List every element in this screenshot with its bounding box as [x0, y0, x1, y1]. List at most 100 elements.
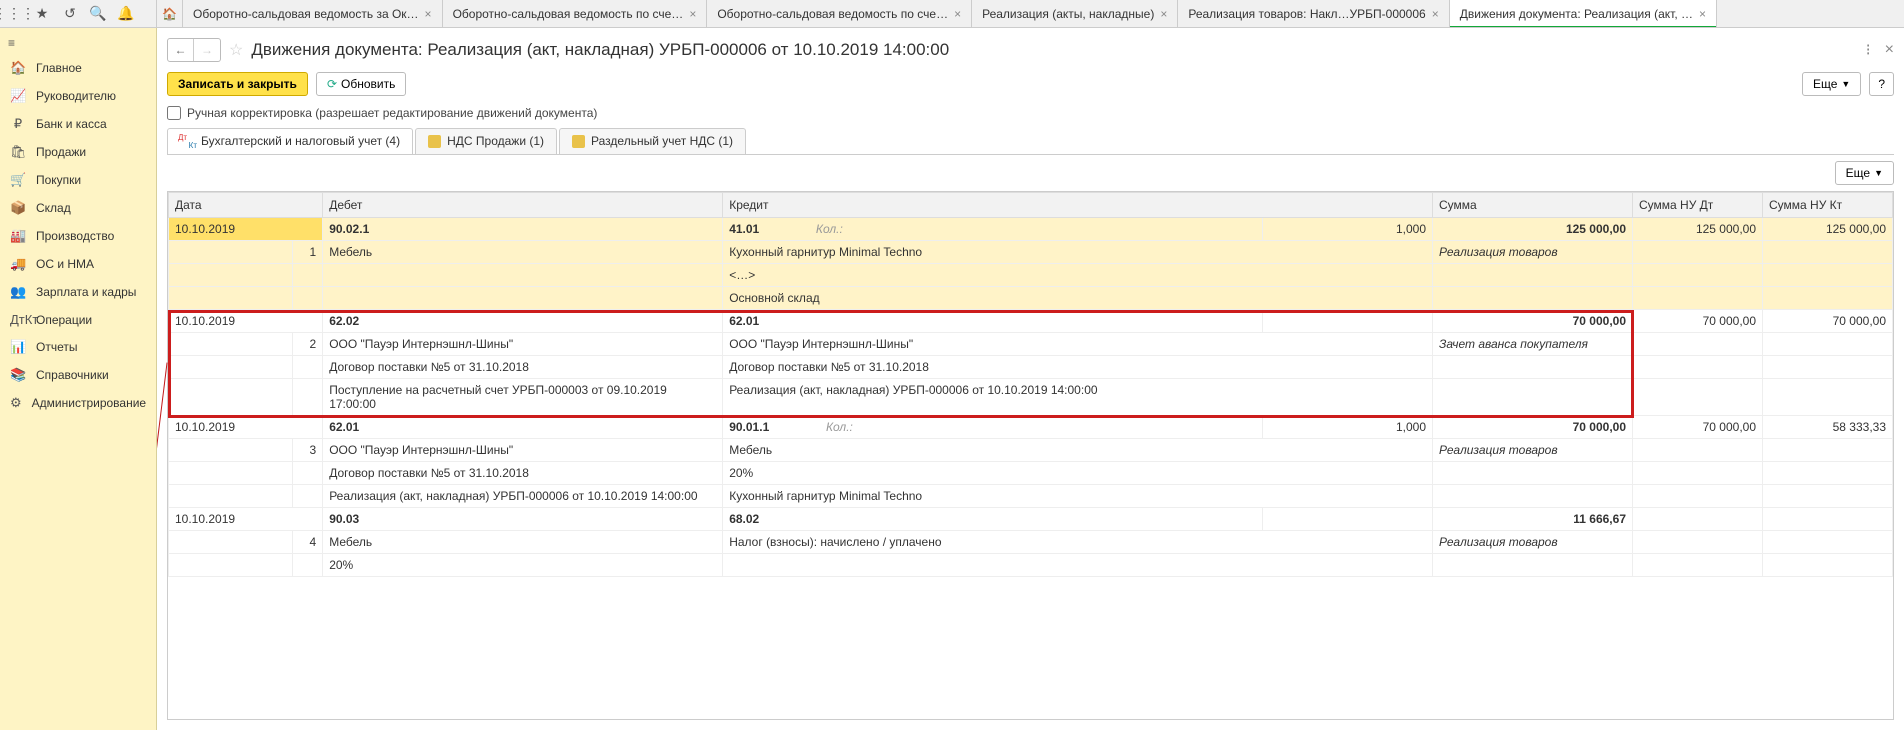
bell-icon[interactable]: 🔔	[118, 6, 134, 22]
sidebar-item[interactable]: 🛒Покупки	[0, 166, 156, 194]
nav-back[interactable]: ←	[168, 39, 194, 61]
row-detail[interactable]: 4МебельНалог (взносы): начислено / уплач…	[169, 531, 1893, 554]
nav-forward[interactable]: →	[194, 39, 220, 61]
row-header[interactable]: 10.10.201962.0190.01.1 Кол.:1,00070 000,…	[169, 416, 1893, 439]
row-header[interactable]: 10.10.201990.02.141.01 Кол.:1,000125 000…	[169, 218, 1893, 241]
cell-idx	[293, 379, 323, 416]
tab-close-icon[interactable]: ×	[1160, 7, 1167, 21]
cell-cr-acc: 41.01 Кол.:	[723, 218, 1263, 241]
sidebar-label: Администрирование	[32, 396, 146, 410]
history-icon[interactable]: ↺	[62, 6, 78, 22]
subtab[interactable]: Бухгалтерский и налоговый учет (4)	[167, 128, 413, 154]
row-detail[interactable]: Договор поставки №5 от 31.10.201820%	[169, 462, 1893, 485]
sidebar-item[interactable]: ⚙Администрирование	[0, 389, 156, 417]
star-icon[interactable]: ★	[34, 6, 50, 22]
more-button[interactable]: Еще▼	[1802, 72, 1861, 96]
row-detail[interactable]: 1МебельКухонный гарнитур Minimal TechnoР…	[169, 241, 1893, 264]
cell-comment: Реализация товаров	[1433, 531, 1633, 554]
sidebar-item[interactable]: 🏠Главное	[0, 54, 156, 82]
row-detail[interactable]: 20%	[169, 554, 1893, 577]
cell-qty	[1263, 508, 1433, 531]
home-icon: 🏠	[162, 7, 177, 21]
tab-label: Оборотно-сальдовая ведомость по сче…	[717, 7, 948, 21]
row-detail[interactable]: Договор поставки №5 от 31.10.2018Договор…	[169, 356, 1893, 379]
tab-home[interactable]: 🏠	[157, 0, 183, 27]
row-detail[interactable]: 2ООО "Пауэр Интернэшнл-Шины"ООО "Пауэр И…	[169, 333, 1893, 356]
save-close-button[interactable]: Записать и закрыть	[167, 72, 308, 96]
tab[interactable]: Движения документа: Реализация (акт, …×	[1450, 0, 1717, 27]
sidebar-icon: 📊	[10, 339, 26, 355]
row-detail[interactable]: Реализация (акт, накладная) УРБП-000006 …	[169, 485, 1893, 508]
grid-more-button[interactable]: Еще▼	[1835, 161, 1894, 185]
cell-empty	[1633, 356, 1763, 379]
cell-comment	[1433, 356, 1633, 379]
tab-close-icon[interactable]: ×	[1432, 7, 1439, 21]
tab[interactable]: Оборотно-сальдовая ведомость за Ок…×	[183, 0, 443, 27]
refresh-button[interactable]: ⟳Обновить	[316, 72, 406, 96]
col-nu-kt[interactable]: Сумма НУ Кт	[1763, 193, 1893, 218]
close-icon[interactable]: ×	[1885, 41, 1894, 59]
cell-dr-line: 20%	[323, 554, 723, 577]
cell-dr-line: Договор поставки №5 от 31.10.2018	[323, 462, 723, 485]
tab[interactable]: Оборотно-сальдовая ведомость по сче…×	[443, 0, 708, 27]
cell-empty	[1633, 462, 1763, 485]
help-button[interactable]: ?	[1869, 72, 1894, 96]
col-debit[interactable]: Дебет	[323, 193, 723, 218]
sidebar-item[interactable]: 👥Зарплата и кадры	[0, 278, 156, 306]
manual-correction-checkbox[interactable]	[167, 106, 181, 120]
tab-close-icon[interactable]: ×	[954, 7, 961, 21]
tab[interactable]: Оборотно-сальдовая ведомость по сче… ×	[707, 0, 972, 27]
tab[interactable]: Реализация (акты, накладные)×	[972, 0, 1178, 27]
col-date[interactable]: Дата	[169, 193, 323, 218]
row-detail[interactable]: Поступление на расчетный счет УРБП-00000…	[169, 379, 1893, 416]
cell-cr-acc: 68.02	[723, 508, 1263, 531]
search-icon[interactable]: 🔍	[90, 6, 106, 22]
row-detail[interactable]: 3ООО "Пауэр Интернэшнл-Шины"МебельРеализ…	[169, 439, 1893, 462]
apps-icon[interactable]: ⋮⋮⋮	[6, 6, 22, 22]
row-header[interactable]: 10.10.201962.0262.0170 000,0070 000,0070…	[169, 310, 1893, 333]
sidebar-item[interactable]: 📊Отчеты	[0, 333, 156, 361]
tab[interactable]: Реализация товаров: Накл…УРБП-000006×	[1178, 0, 1449, 27]
cell-comment	[1433, 462, 1633, 485]
cell-comment: Реализация товаров	[1433, 241, 1633, 264]
cell-empty	[169, 485, 293, 508]
cell-comment	[1433, 485, 1633, 508]
topbar: ⋮⋮⋮ ★ ↺ 🔍 🔔 🏠 Оборотно-сальдовая ведомос…	[0, 0, 1904, 28]
sidebar-item[interactable]: 🛍Продажи	[0, 138, 156, 166]
tab-close-icon[interactable]: ×	[1699, 7, 1706, 21]
subtab[interactable]: НДС Продажи (1)	[415, 128, 557, 154]
cell-empty	[169, 264, 293, 287]
cell-empty	[169, 439, 293, 462]
sidebar-item[interactable]: ДтКтОперации	[0, 306, 156, 333]
col-sum[interactable]: Сумма	[1433, 193, 1633, 218]
sidebar-item[interactable]: 🚚ОС и НМА	[0, 250, 156, 278]
favorite-star-icon[interactable]: ☆	[229, 40, 243, 60]
cell-cr-line: <…>	[723, 264, 1433, 287]
sidebar-label: Покупки	[36, 173, 81, 187]
col-nu-dt[interactable]: Сумма НУ Дт	[1633, 193, 1763, 218]
row-detail[interactable]: <…>	[169, 264, 1893, 287]
sidebar-item[interactable]: 📚Справочники	[0, 361, 156, 389]
sidebar-item[interactable]: 🏭Производство	[0, 222, 156, 250]
sidebar-item[interactable]: 📦Склад	[0, 194, 156, 222]
tab-close-icon[interactable]: ×	[689, 7, 696, 21]
more-icon[interactable]: ⁝	[1866, 40, 1871, 60]
cell-idx	[293, 554, 323, 577]
cell-nu-dt: 125 000,00	[1633, 218, 1763, 241]
cell-empty	[1633, 241, 1763, 264]
cell-dr-acc: 62.02	[323, 310, 723, 333]
cell-nu-dt: 70 000,00	[1633, 416, 1763, 439]
cell-dr-line: Мебель	[323, 531, 723, 554]
row-header[interactable]: 10.10.201990.0368.0211 666,67	[169, 508, 1893, 531]
sidebar-icon: 🚚	[10, 256, 26, 272]
cell-dr-line: Договор поставки №5 от 31.10.2018	[323, 356, 723, 379]
row-detail[interactable]: Основной склад	[169, 287, 1893, 310]
menu-toggle[interactable]: ≡	[0, 32, 156, 54]
sidebar-item[interactable]: 📈Руководителю	[0, 82, 156, 110]
cell-cr-line: Договор поставки №5 от 31.10.2018	[723, 356, 1433, 379]
tab-close-icon[interactable]: ×	[425, 7, 432, 21]
subtab[interactable]: Раздельный учет НДС (1)	[559, 128, 746, 154]
sidebar-item[interactable]: ₽Банк и касса	[0, 110, 156, 138]
col-credit[interactable]: Кредит	[723, 193, 1433, 218]
cell-sum: 125 000,00	[1433, 218, 1633, 241]
